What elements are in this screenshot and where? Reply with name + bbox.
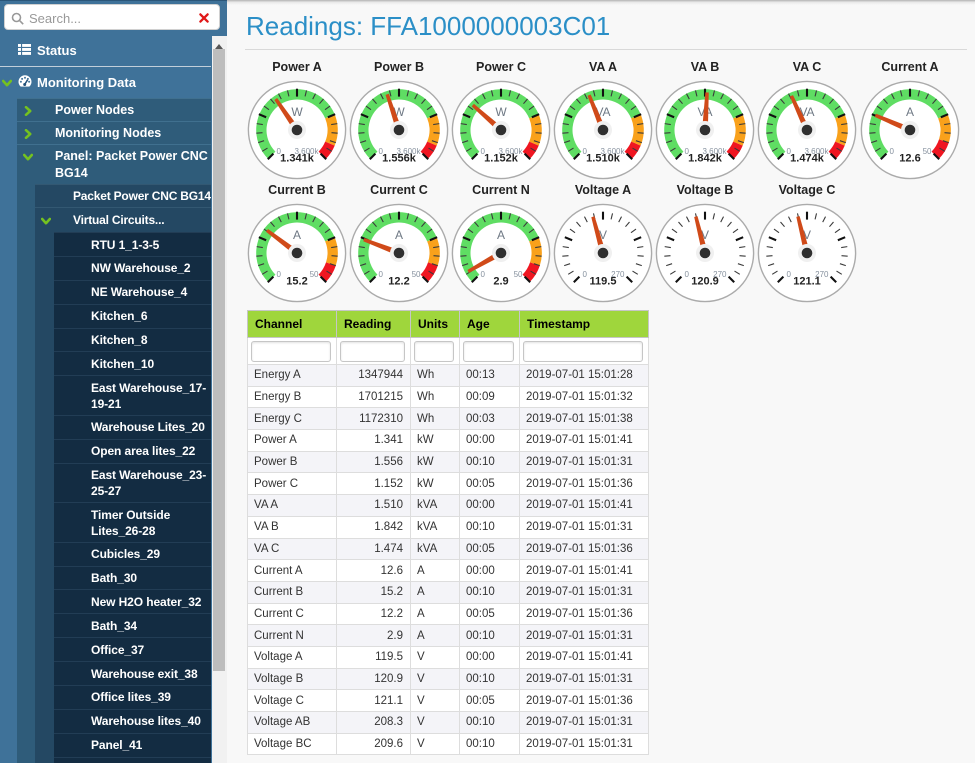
svg-text:1.556k: 1.556k — [382, 152, 417, 164]
svg-text:0: 0 — [685, 270, 690, 279]
svg-text:0: 0 — [583, 270, 588, 279]
svg-text:W: W — [291, 105, 303, 119]
svg-text:50: 50 — [412, 270, 421, 279]
svg-text:2.9: 2.9 — [493, 275, 508, 287]
svg-text:120.9: 120.9 — [691, 275, 719, 287]
svg-text:A: A — [395, 228, 403, 242]
svg-text:12.6: 12.6 — [899, 152, 920, 164]
svg-text:0: 0 — [481, 270, 486, 279]
svg-text:0: 0 — [890, 147, 895, 156]
svg-text:121.1: 121.1 — [793, 275, 821, 287]
svg-text:1.152k: 1.152k — [484, 152, 519, 164]
svg-text:A: A — [906, 105, 914, 119]
svg-text:119.5: 119.5 — [590, 275, 617, 287]
svg-text:A: A — [293, 228, 301, 242]
svg-text:50: 50 — [923, 147, 932, 156]
svg-text:15.2: 15.2 — [286, 275, 307, 287]
svg-text:0: 0 — [277, 270, 282, 279]
svg-text:1.341k: 1.341k — [280, 152, 315, 164]
svg-text:12.2: 12.2 — [388, 275, 409, 287]
svg-text:50: 50 — [514, 270, 523, 279]
svg-text:1.474k: 1.474k — [790, 152, 825, 164]
svg-text:1.510k: 1.510k — [586, 152, 621, 164]
svg-text:1.842k: 1.842k — [688, 152, 723, 164]
svg-text:0: 0 — [379, 270, 384, 279]
svg-text:W: W — [495, 105, 507, 119]
svg-text:0: 0 — [787, 270, 792, 279]
svg-text:A: A — [497, 228, 505, 242]
svg-text:50: 50 — [310, 270, 319, 279]
